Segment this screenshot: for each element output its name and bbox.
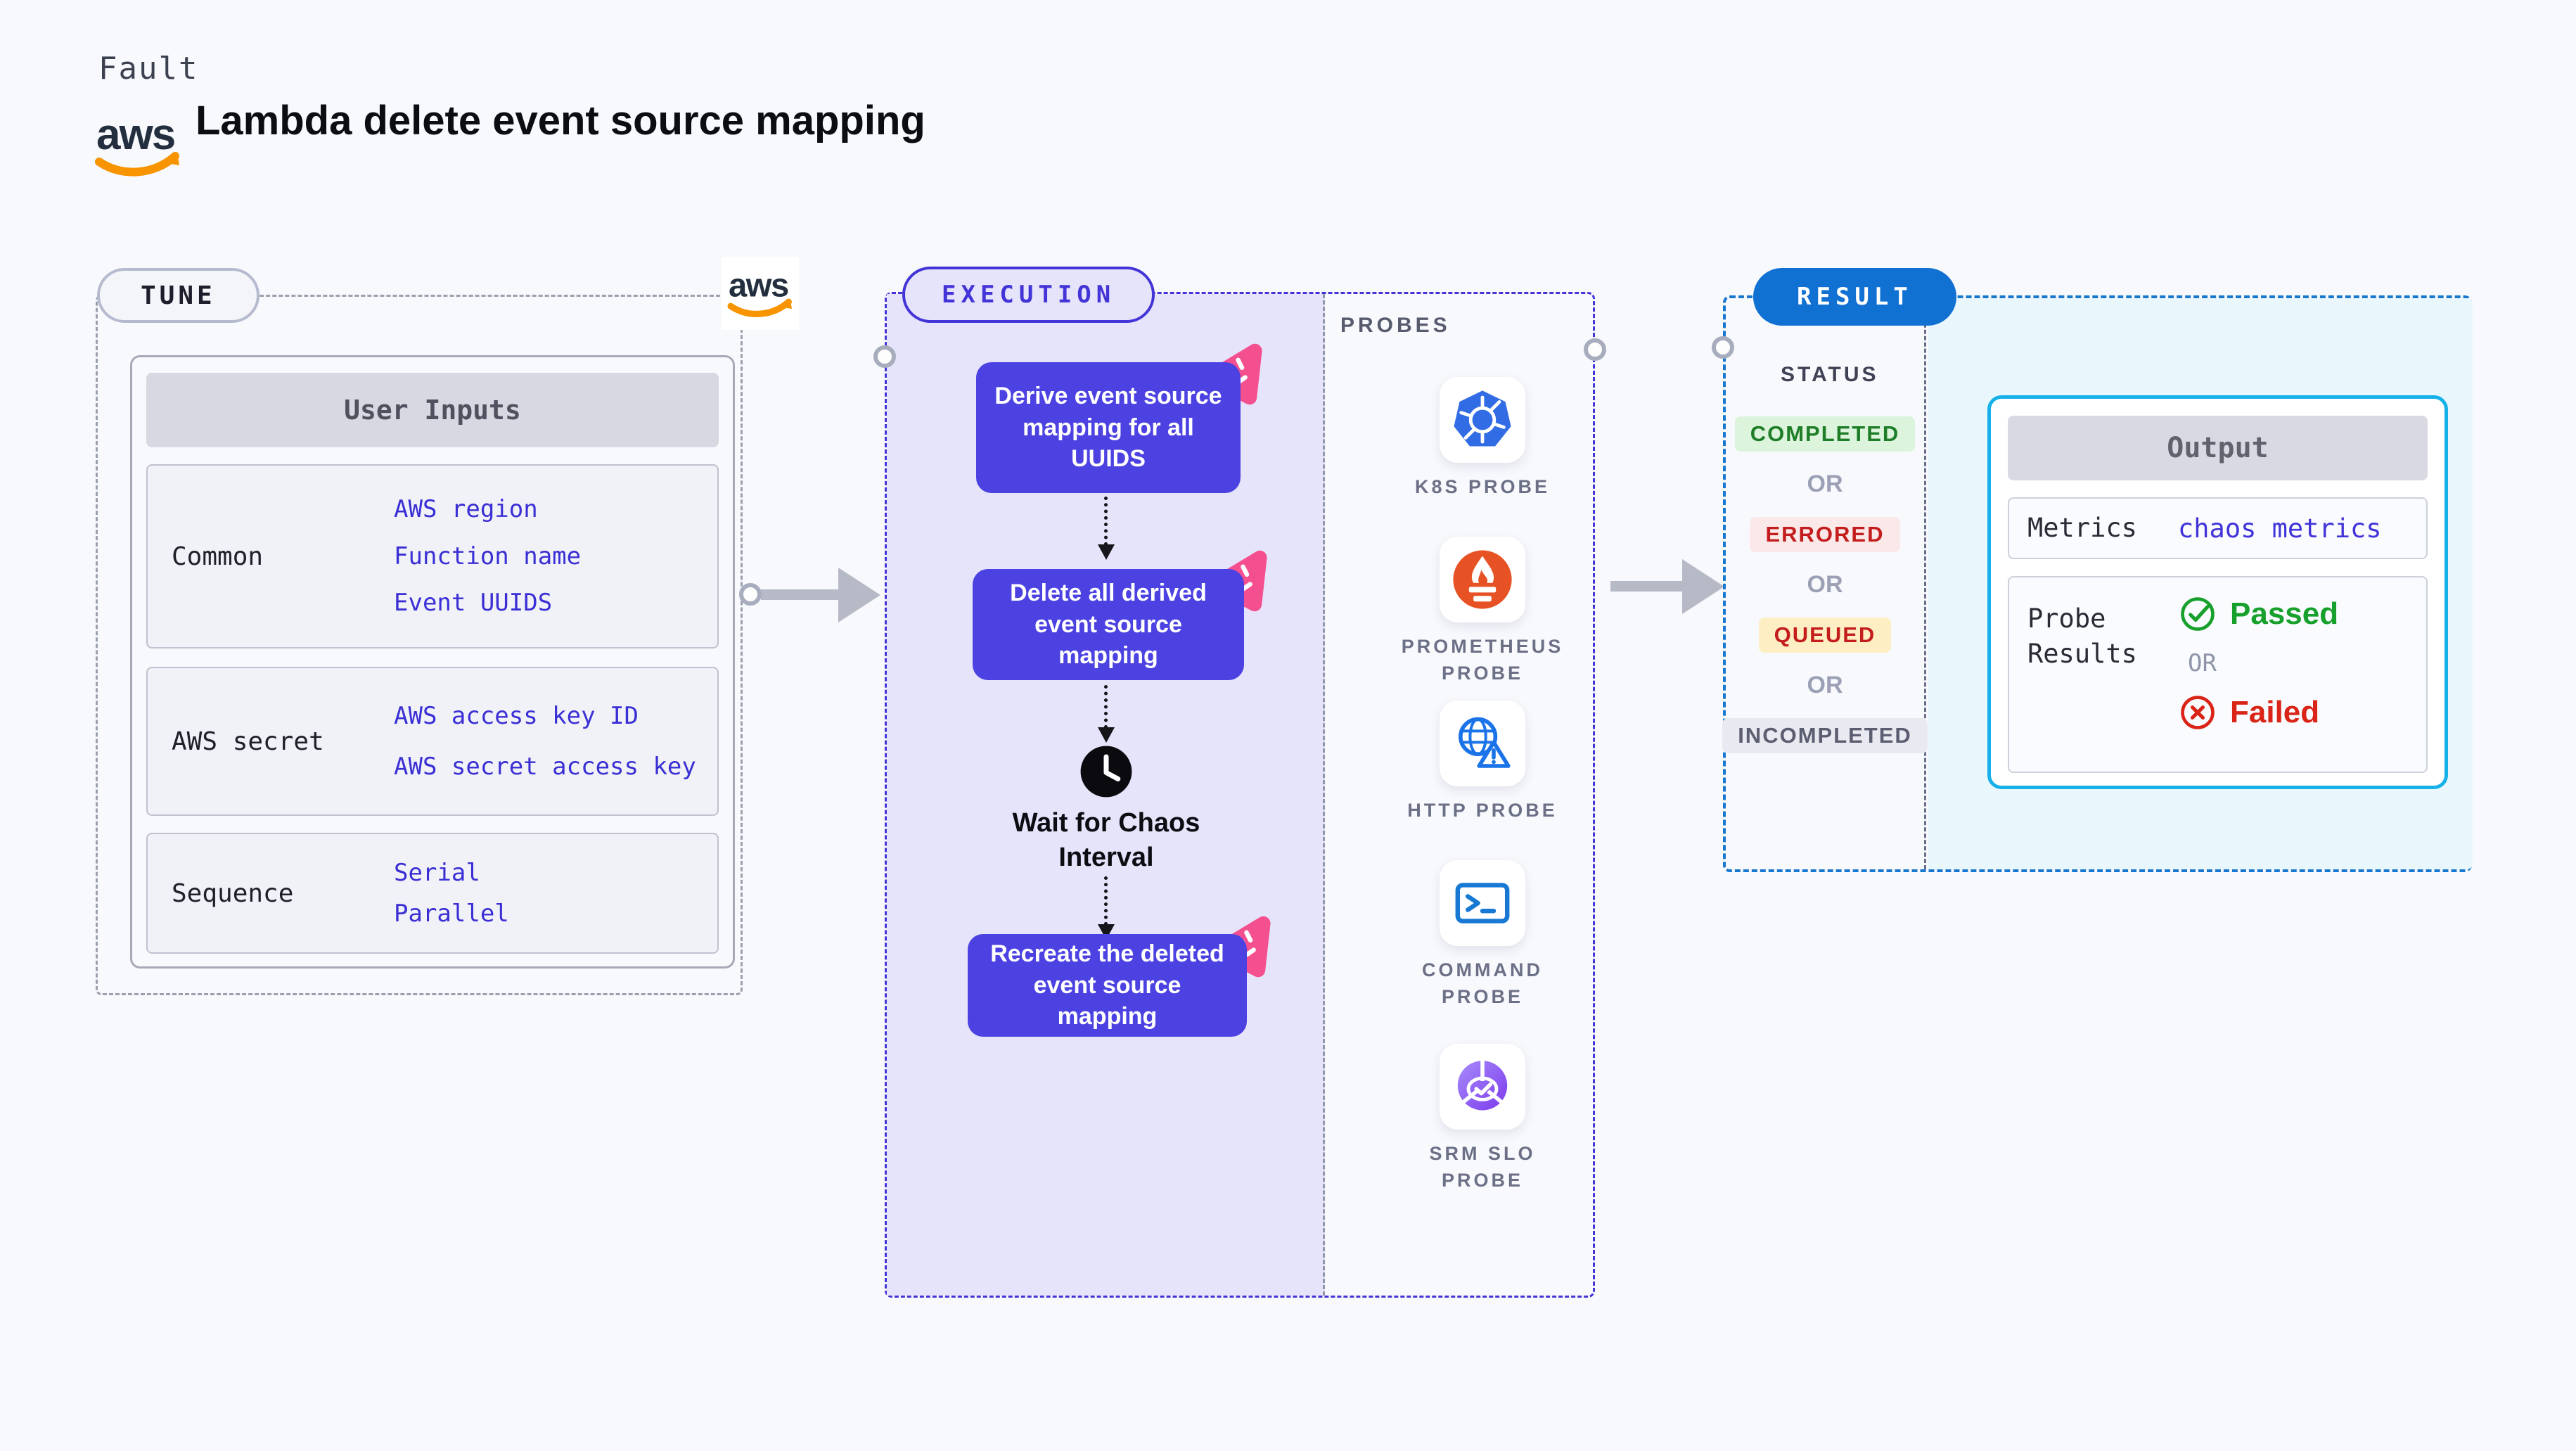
status-badge-queued: QUEUED — [1758, 618, 1892, 653]
flow-arrow — [761, 589, 840, 600]
step-derive-mapping: Derive event source mapping for all UUID… — [976, 362, 1241, 493]
probe-name: SRM SLO PROBE — [1429, 1143, 1536, 1191]
table-row-aws-secret: AWS secret AWS access key ID AWS secret … — [146, 667, 719, 816]
dotted-connector — [1104, 876, 1108, 926]
result-section-box: STATUS COMPLETED OR ERRORED OR QUEUED OR… — [1722, 295, 2473, 872]
row-value: AWS access key ID — [394, 701, 639, 730]
probe-name: COMMAND PROBE — [1422, 959, 1543, 1007]
table-row-common: Common AWS region Function name Event UU… — [146, 464, 719, 648]
probe-tile — [1440, 377, 1525, 463]
probe-prometheus: PROMETHEUS PROBE — [1391, 537, 1574, 687]
probe-tile — [1440, 860, 1525, 946]
dotted-connector-head — [1098, 544, 1115, 560]
terminal-icon — [1455, 883, 1510, 923]
aws-logo-small-icon: aws — [727, 267, 792, 317]
status-badge-errored: ERRORED — [1750, 517, 1900, 552]
fault-eyebrow: Fault — [98, 51, 199, 87]
probe-results-row: Probe Results Passed OR Failed — [2008, 576, 2428, 773]
aws-corner-logo: aws — [722, 257, 799, 330]
dotted-connector-head — [1098, 727, 1115, 743]
status-badge-incompleted: INCOMPLETED — [1722, 718, 1928, 753]
aws-logo-text: aws — [96, 110, 174, 159]
probe-tile — [1440, 1044, 1525, 1130]
check-circle-icon — [2181, 597, 2215, 631]
or-label: OR — [1807, 571, 1843, 598]
row-value: Function name — [394, 542, 582, 570]
table-row-sequence: Sequence Serial Parallel — [146, 833, 719, 954]
row-label: Sequence — [172, 878, 294, 908]
tune-section-pill: TUNE — [97, 268, 259, 323]
svg-text:aws: aws — [729, 267, 788, 305]
flow-arrow-head — [838, 568, 880, 622]
or-label: OR — [1807, 471, 1843, 497]
output-header: Output — [2008, 416, 2428, 480]
clock-icon — [1080, 746, 1132, 798]
aws-logo-icon: aws — [95, 110, 179, 177]
status-label: STATUS — [1781, 363, 1879, 386]
probe-name: K8S PROBE — [1414, 476, 1551, 497]
row-value: AWS region — [394, 495, 538, 524]
x-circle-icon — [2181, 696, 2215, 729]
user-inputs-card: User Inputs Common AWS region Function n… — [130, 355, 735, 969]
dotted-connector — [1104, 497, 1108, 546]
connector-node — [1584, 338, 1606, 361]
kubernetes-icon — [1454, 390, 1511, 447]
or-label: OR — [2188, 649, 2217, 677]
slo-gauge-check-icon — [1457, 1059, 1508, 1111]
row-value: AWS secret access key — [394, 752, 696, 781]
http-globe-warning-icon — [1459, 717, 1511, 768]
passed-label: Passed — [2230, 596, 2339, 631]
step-delete-mapping: Delete all derived event source mapping — [973, 569, 1244, 680]
probe-srm-slo: SRM SLO PROBE — [1391, 1044, 1574, 1194]
probes-label: PROBES — [1340, 314, 1451, 337]
status-badge-completed: COMPLETED — [1734, 416, 1916, 452]
row-value: Event UUIDS — [394, 589, 553, 618]
fault-diagram: Fault aws Lambda delete event source map… — [0, 0, 2576, 1451]
row-value: Parallel — [394, 900, 509, 928]
execution-section-box: Derive event source mapping for all UUID… — [885, 292, 1595, 1298]
probe-k8s: K8S PROBE — [1391, 377, 1574, 501]
probe-name: PROMETHEUS PROBE — [1401, 636, 1564, 684]
page-title: Lambda delete event source mapping — [196, 98, 925, 143]
connector-node — [873, 345, 896, 368]
row-label: AWS secret — [172, 727, 324, 756]
probe-name: HTTP PROBE — [1407, 800, 1558, 821]
connector-node — [739, 583, 762, 606]
probe-http: HTTP PROBE — [1391, 701, 1574, 824]
probe-results-label: Probe Results — [2027, 603, 2137, 669]
result-section-pill: RESULT — [1753, 268, 1956, 326]
connector-node — [1712, 336, 1734, 359]
probe-command: COMMAND PROBE — [1391, 860, 1574, 1011]
output-card: Output Metrics chaos metrics Probe Resul… — [1987, 395, 2448, 789]
prometheus-icon — [1453, 550, 1512, 609]
probe-tile — [1440, 537, 1525, 622]
or-label: OR — [1807, 672, 1843, 698]
step-recreate-mapping: Recreate the deleted event source mappin… — [968, 934, 1247, 1037]
row-label: Common — [172, 542, 264, 571]
flow-arrow — [1610, 581, 1684, 592]
result-status-panel: STATUS COMPLETED OR ERRORED OR QUEUED OR… — [1722, 298, 1928, 869]
user-inputs-header: User Inputs — [146, 373, 719, 447]
metrics-label: Metrics — [2027, 513, 2137, 544]
flow-arrow-head — [1682, 559, 1724, 614]
failed-label: Failed — [2230, 695, 2320, 729]
row-value: Serial — [394, 858, 480, 887]
step-wait-chaos-interval: Wait for Chaos Interval — [1012, 808, 1200, 873]
metrics-row: Metrics chaos metrics — [2008, 497, 2428, 559]
probe-tile — [1440, 701, 1525, 786]
dotted-connector — [1104, 685, 1108, 729]
execution-section-pill: EXECUTION — [902, 267, 1155, 323]
metrics-value: chaos metrics — [2178, 513, 2382, 544]
